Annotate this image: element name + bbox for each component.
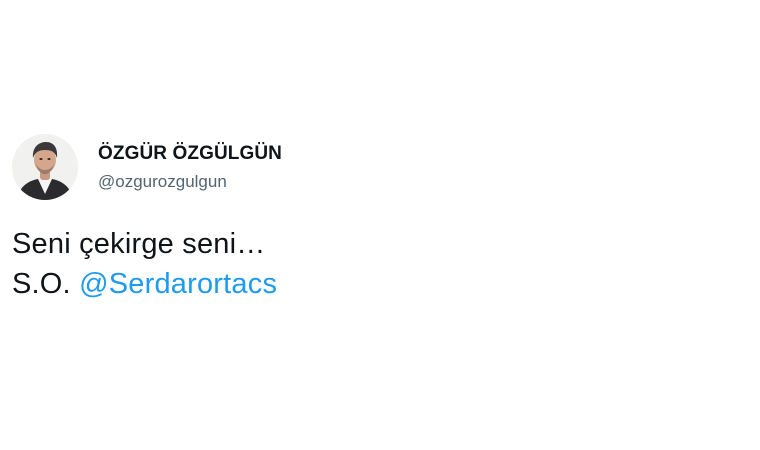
mention-link[interactable]: @Serdarortacs — [79, 268, 277, 300]
signature-text: S.O. — [12, 268, 71, 300]
tweet-card: ÖZGÜR ÖZGÜLGÜN @ozgurozgulgun Seni çekir… — [12, 134, 712, 304]
tweet-text: Seni çekirge seni… S.O. @Serdarortacs — [12, 224, 712, 304]
tweet-text-line-1: Seni çekirge seni… — [12, 228, 266, 260]
user-handle[interactable]: @ozgurozgulgun — [98, 171, 282, 193]
tweet-text-line-2: S.O. @Serdarortacs — [12, 264, 712, 304]
avatar[interactable] — [12, 134, 78, 200]
avatar-portrait-icon — [12, 134, 78, 200]
tweet-header: ÖZGÜR ÖZGÜLGÜN @ozgurozgulgun — [12, 134, 712, 200]
author-names: ÖZGÜR ÖZGÜLGÜN @ozgurozgulgun — [98, 142, 282, 193]
display-name[interactable]: ÖZGÜR ÖZGÜLGÜN — [98, 142, 282, 166]
tweet-screenshot: ÖZGÜR ÖZGÜLGÜN @ozgurozgulgun Seni çekir… — [0, 0, 760, 450]
